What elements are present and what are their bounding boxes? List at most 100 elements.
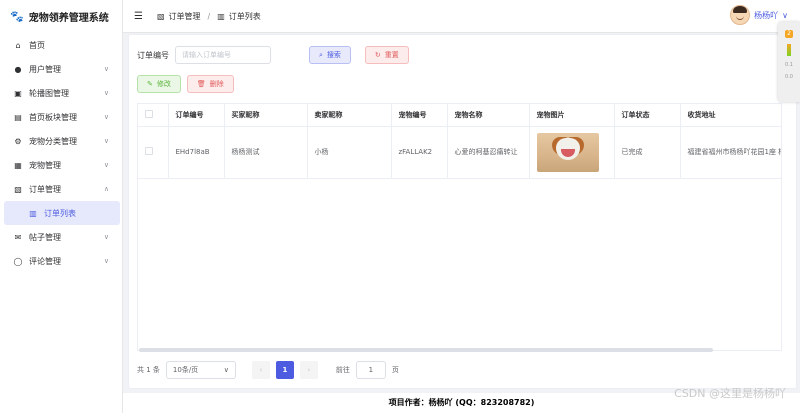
widget-bar xyxy=(787,44,791,56)
sidebar-item-label: 宠物分类管理 xyxy=(29,136,77,146)
chevron-down-icon: ∨ xyxy=(103,137,109,145)
search-bar: 订单编号 请输入订单编号 ⌕ 搜索 ↻ 重置 xyxy=(137,46,409,64)
widget-badge: 2 xyxy=(785,30,793,38)
sidebar-item[interactable]: ▦ 宠物管理 ∨ xyxy=(0,153,122,177)
total-count: 共 1 条 xyxy=(137,366,160,374)
page-size-value: 10条/页 xyxy=(172,366,199,374)
sidebar-item-label: 评论管理 xyxy=(29,256,61,266)
reset-button-label: 重置 xyxy=(384,51,399,59)
search-icon: ⌕ xyxy=(319,50,323,59)
sidebar-item[interactable]: ▥ 订单列表 xyxy=(4,201,120,225)
sidebar-item[interactable]: ▣ 轮播图管理 ∨ xyxy=(0,81,122,105)
user-icon: ● xyxy=(14,64,22,74)
home-icon: ⌂ xyxy=(15,40,21,50)
sidebar-item[interactable]: ⚙ 宠物分类管理 ∨ xyxy=(0,129,122,153)
gift-icon: ▦ xyxy=(14,160,22,170)
chevron-down-icon: ∨ xyxy=(103,65,109,73)
board-icon: ▤ xyxy=(14,112,22,122)
mail-icon: ✉ xyxy=(14,232,22,242)
app-logo[interactable]: 🐾 宠物领养管理系统 xyxy=(0,0,122,33)
sidebar-item-label: 首页 xyxy=(29,40,45,50)
table-horizontal-scrollbar[interactable] xyxy=(139,348,713,352)
chevron-up-icon: ∧ xyxy=(103,185,109,193)
floating-widget[interactable]: 2 0.1 0.0 xyxy=(778,22,800,102)
goto-page-input[interactable]: 1 xyxy=(355,361,386,379)
pet-image[interactable] xyxy=(536,132,599,172)
order-no-search-input[interactable]: 请输入订单编号 xyxy=(175,46,271,64)
sidebar-item[interactable]: ✉ 帖子管理 ∨ xyxy=(0,225,122,249)
comment-icon: ◯ xyxy=(13,256,23,266)
seller-cell: 小杨 xyxy=(307,126,392,179)
user-name[interactable]: 杨杨吖 xyxy=(754,10,778,21)
sidebar-menu: ⌂ 首页 ● 用户管理 ∨ ▣ 轮播图管理 ∨ ▤ 首页板块管理 ∨ ⚙ 宠物分类管理 ∨ ▦ 宠物管理 ∨ ▧ 订… xyxy=(0,33,122,273)
app-title: 宠物领养管理系统 xyxy=(28,13,109,24)
category-icon: ⚙ xyxy=(14,136,22,146)
sidebar-item[interactable]: ● 用户管理 ∨ xyxy=(0,57,122,81)
chevron-down-icon: ∨ xyxy=(103,161,109,169)
chevron-down-icon: ∨ xyxy=(782,10,788,20)
goto-label: 前往 xyxy=(335,366,350,374)
column-header: 卖家昵称 xyxy=(307,104,392,127)
sidebar-item-label: 宠物管理 xyxy=(29,160,61,170)
column-header: 宠物图片 xyxy=(529,104,615,127)
delete-button[interactable]: 🗑 删除 xyxy=(186,75,234,93)
pet-name-cell: 心爱的柯基忍痛转让 xyxy=(447,126,530,179)
list-icon: ▥ xyxy=(29,208,37,218)
sidebar-item-label: 用户管理 xyxy=(29,64,61,74)
row-checkbox[interactable] xyxy=(145,147,153,155)
search-button-label: 搜索 xyxy=(326,51,341,59)
chevron-down-icon: ∨ xyxy=(103,89,109,97)
order-icon: ▧ xyxy=(156,11,165,21)
prev-page-button[interactable]: ‹ xyxy=(251,361,270,379)
edit-button[interactable]: ✎ 修改 xyxy=(137,75,181,93)
buyer-cell: 杨杨测试 xyxy=(224,126,308,179)
sidebar: 🐾 宠物领养管理系统 ⌂ 首页 ● 用户管理 ∨ ▣ 轮播图管理 ∨ ▤ 首页板块管理 ∨ ⚙ 宠物分类… xyxy=(0,0,123,413)
column-header: 收货地址 xyxy=(680,104,781,127)
breadcrumb-item-orders[interactable]: 订单管理 xyxy=(169,11,201,22)
breadcrumb-separator: / xyxy=(207,11,211,21)
column-header: 买家昵称 xyxy=(224,104,308,127)
avatar[interactable] xyxy=(730,5,751,25)
chevron-down-icon: ∨ xyxy=(223,366,229,374)
image-icon: ▣ xyxy=(14,88,22,98)
sidebar-item-label: 帖子管理 xyxy=(29,232,61,242)
edit-icon: ✎ xyxy=(147,80,153,88)
sidebar-item[interactable]: ▧ 订单管理 ∧ xyxy=(0,177,122,201)
pagination: 共 1 条 10条/页 ∨ ‹ 1 › 前往 1 页 xyxy=(137,361,399,379)
delete-button-label: 删除 xyxy=(209,80,224,88)
edit-button-label: 修改 xyxy=(156,80,171,88)
sidebar-item[interactable]: ▤ 首页板块管理 ∨ xyxy=(0,105,122,129)
status-cell: 已完成 xyxy=(614,126,681,179)
refresh-icon: ↻ xyxy=(374,51,381,59)
column-header: 宠物编号 xyxy=(391,104,448,127)
column-header: 订单编号 xyxy=(168,104,225,127)
select-all-checkbox[interactable] xyxy=(145,109,153,118)
table-header-row: 订单编号 买家昵称 卖家昵称 宠物编号 宠物名称 宠物图片 订单状态 收货地址 xyxy=(138,104,781,127)
trash-icon: 🗑 xyxy=(196,80,206,88)
sidebar-item[interactable]: ⌂ 首页 xyxy=(0,33,122,57)
page-size-select[interactable]: 10条/页 ∨ xyxy=(165,361,236,379)
breadcrumb-item-order-list: 订单列表 xyxy=(228,11,261,21)
order-list-panel: 订单编号 请输入订单编号 ⌕ 搜索 ↻ 重置 ✎ 修改 🗑 删除 订单编号 买家… xyxy=(128,34,797,389)
breadcrumb: ▧ 订单管理 / ▥ 订单列表 xyxy=(157,11,261,22)
list-icon: ▥ xyxy=(217,11,225,21)
search-button[interactable]: ⌕ 搜索 xyxy=(309,46,351,64)
sidebar-item-label: 订单管理 xyxy=(29,184,61,194)
chevron-down-icon: ∨ xyxy=(103,233,109,241)
search-label: 订单编号 xyxy=(137,50,169,60)
order-table: 订单编号 买家昵称 卖家昵称 宠物编号 宠物名称 宠物图片 订单状态 收货地址 … xyxy=(137,103,782,351)
chevron-down-icon: ∨ xyxy=(103,257,109,265)
sidebar-item[interactable]: ◯ 评论管理 ∨ xyxy=(0,249,122,273)
sidebar-item-label: 首页板块管理 xyxy=(29,112,77,122)
reset-button[interactable]: ↻ 重置 xyxy=(364,46,409,64)
sidebar-item-label: 轮播图管理 xyxy=(29,88,69,98)
order-icon: ▧ xyxy=(14,184,22,194)
menu-toggle-icon[interactable]: ☰ xyxy=(134,11,143,22)
top-bar: ☰ ▧ 订单管理 / ▥ 订单列表 杨杨吖 ∨ xyxy=(123,0,800,33)
action-bar: ✎ 修改 🗑 删除 xyxy=(137,75,234,93)
column-header: 订单状态 xyxy=(614,104,681,127)
table-row[interactable]: EHd7l8aB 杨杨测试 小杨 zFALLAK2 心爱的柯基忍痛转让 已完成 … xyxy=(138,126,781,179)
sidebar-item-label: 订单列表 xyxy=(44,208,76,218)
next-page-button[interactable]: › xyxy=(299,361,318,379)
page-number-current[interactable]: 1 xyxy=(275,361,294,379)
